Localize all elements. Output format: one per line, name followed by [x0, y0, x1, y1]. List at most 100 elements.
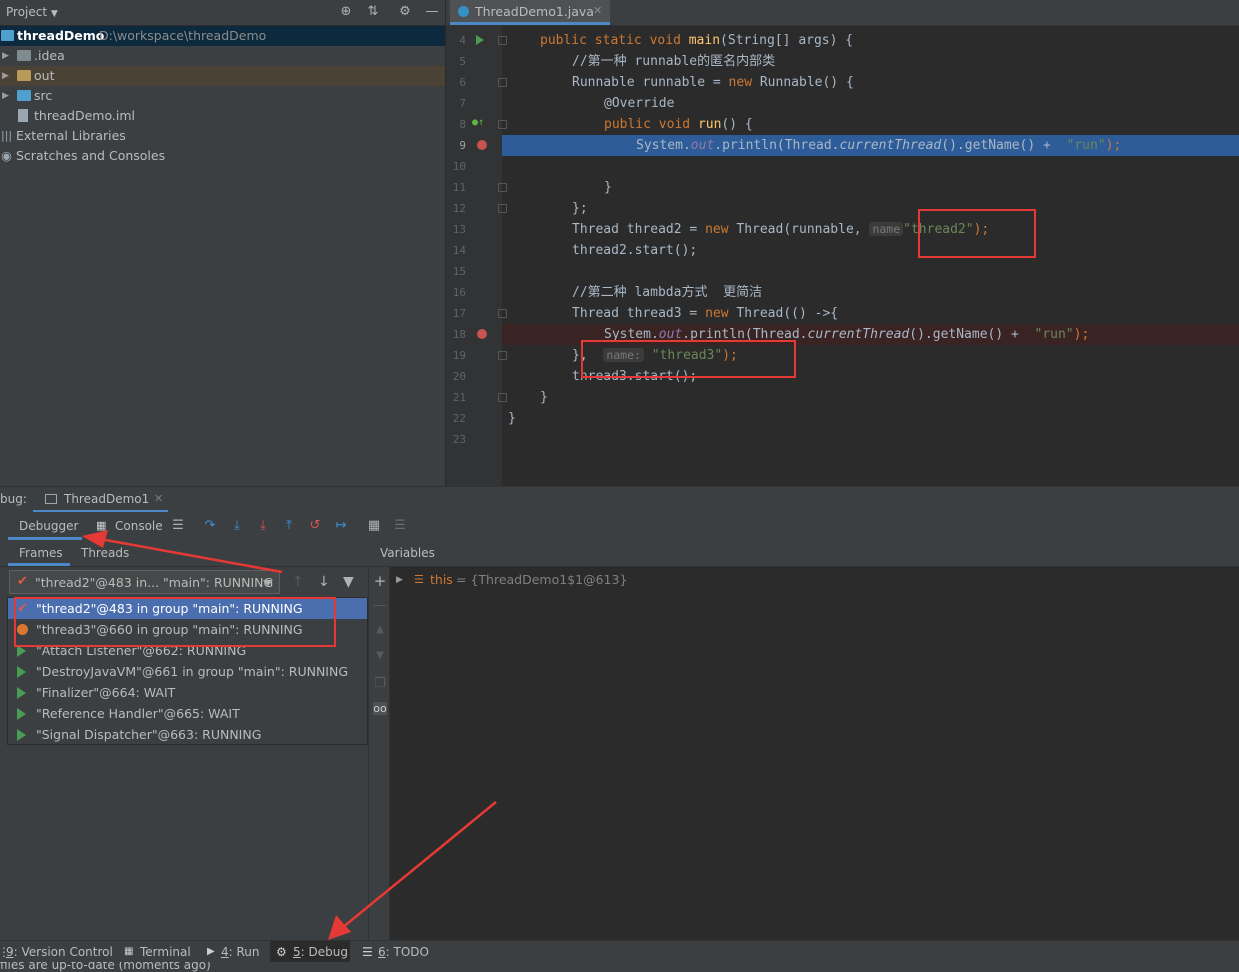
- close-icon[interactable]: ✕: [154, 492, 163, 505]
- code-line[interactable]: 12 };: [446, 198, 1239, 219]
- tool-terminal[interactable]: ▦ Terminal: [122, 941, 194, 963]
- minimize-icon[interactable]: —: [424, 4, 440, 20]
- fold-icon[interactable]: [498, 204, 507, 213]
- code-token: thread2.start();: [572, 243, 698, 258]
- run-to-cursor-icon[interactable]: ↦: [333, 518, 349, 534]
- tree-item-scratches[interactable]: ◉ Scratches and Consoles: [0, 146, 445, 166]
- tree-item-root[interactable]: ▼ threadDemo D:\workspace\threadDemo: [0, 26, 445, 46]
- chevron-down-icon[interactable]: ▼: [51, 9, 58, 19]
- trace-icon[interactable]: ☰: [392, 518, 408, 534]
- collapse-all-icon[interactable]: ⇅: [365, 4, 381, 20]
- project-panel-title[interactable]: Project ▼: [6, 5, 58, 19]
- fold-icon[interactable]: [498, 309, 507, 318]
- glasses-icon[interactable]: oo: [373, 702, 387, 715]
- step-into-icon[interactable]: ⤓: [229, 518, 245, 534]
- tree-item-external-libraries[interactable]: ||| External Libraries: [0, 126, 445, 146]
- locate-icon[interactable]: ⊕: [338, 4, 354, 20]
- code-line[interactable]: 22 }: [446, 408, 1239, 429]
- run-gutter-icon[interactable]: [476, 35, 484, 45]
- tab-debugger[interactable]: Debugger: [8, 512, 82, 540]
- fold-icon[interactable]: [498, 36, 507, 45]
- code-line[interactable]: 10: [446, 156, 1239, 177]
- chevron-right-icon[interactable]: ▶: [396, 570, 403, 590]
- code-line[interactable]: 13 Thread thread2 = new Thread(runnable,…: [446, 219, 1239, 240]
- chevron-down-icon[interactable]: [263, 580, 273, 586]
- code-line[interactable]: 20 thread3.start();: [446, 366, 1239, 387]
- code-token: );: [1073, 327, 1090, 342]
- menu-icon[interactable]: ☰: [170, 518, 186, 534]
- list-item[interactable]: "Reference Handler"@665: WAIT: [8, 703, 367, 724]
- code-line[interactable]: 5 //第一种 runnable的匿名内部类: [446, 51, 1239, 72]
- code-line[interactable]: 15: [446, 261, 1239, 282]
- evaluate-expression-icon[interactable]: ▦: [366, 518, 382, 534]
- code-line-breakpoint[interactable]: 18 System.out.println(Thread.currentThre…: [446, 324, 1239, 345]
- tree-item-label: src: [34, 88, 53, 103]
- tool-todo[interactable]: ☰ 6: TODO: [362, 941, 432, 963]
- tree-item-out[interactable]: ▶ out: [0, 66, 445, 86]
- code-line[interactable]: 21 }: [446, 387, 1239, 408]
- list-item[interactable]: "Signal Dispatcher"@663: RUNNING: [8, 724, 367, 745]
- code-line[interactable]: 19 }, name: "thread3");: [446, 345, 1239, 366]
- list-item[interactable]: "Finalizer"@664: WAIT: [8, 682, 367, 703]
- chevron-right-icon[interactable]: ▶: [2, 66, 9, 86]
- editor-tab-threaddemo1[interactable]: ThreadDemo1.java ✕: [450, 0, 610, 25]
- arrow-down-icon[interactable]: ↓: [318, 574, 330, 590]
- list-item[interactable]: "DestroyJavaVM"@661 in group "main": RUN…: [8, 661, 367, 682]
- tool-run[interactable]: ▶ 4: Run: [205, 941, 260, 963]
- code-editor[interactable]: 4 public static void main(String[] args)…: [446, 26, 1239, 486]
- tree-item-label: External Libraries: [16, 128, 126, 143]
- code-line[interactable]: 4 public static void main(String[] args)…: [446, 30, 1239, 51]
- thread-selector-dropdown[interactable]: ✔ "thread2"@483 in... "main": RUNNING: [9, 570, 280, 594]
- drop-frame-icon[interactable]: ↺: [307, 518, 323, 534]
- code-token: Thread thread3 =: [572, 306, 706, 321]
- fold-icon[interactable]: [498, 351, 507, 360]
- code-line[interactable]: 11 }: [446, 177, 1239, 198]
- debug-toolbar: Debugger ▦ Console ☰ ↷ ⤓ ⤓ ⤒ ↺ ↦ ▦ ☰: [0, 512, 1239, 541]
- fold-icon[interactable]: [498, 78, 507, 87]
- move-down-icon[interactable]: ▼: [373, 650, 387, 661]
- code-line[interactable]: 6 Runnable runnable = new Runnable() {: [446, 72, 1239, 93]
- code-token: new: [705, 306, 729, 321]
- code-token: void: [649, 33, 681, 48]
- chevron-right-icon[interactable]: ▶: [2, 86, 9, 106]
- code-line[interactable]: 7 @Override: [446, 93, 1239, 114]
- force-step-into-icon[interactable]: ⤓: [255, 518, 271, 534]
- gear-icon[interactable]: ⚙: [397, 4, 413, 20]
- debug-session-tab[interactable]: ThreadDemo1 ✕: [33, 487, 168, 513]
- code-line-current-breakpoint[interactable]: 9 System.out.println(Thread.currentThrea…: [446, 135, 1239, 156]
- tab-frames[interactable]: Frames: [8, 540, 70, 566]
- tree-item-src[interactable]: ▶ src: [0, 86, 445, 106]
- close-icon[interactable]: ✕: [593, 4, 602, 17]
- tree-item-iml[interactable]: threadDemo.iml: [0, 106, 445, 126]
- code-line[interactable]: 16 //第二种 lambda方式 更简洁: [446, 282, 1239, 303]
- fold-icon[interactable]: [498, 183, 507, 192]
- fold-icon[interactable]: [498, 393, 507, 402]
- tab-console[interactable]: ▦ Console: [96, 512, 163, 540]
- code-string: "run": [1034, 327, 1074, 342]
- tool-label: : TODO: [385, 945, 429, 959]
- tab-threads[interactable]: Threads: [80, 540, 140, 566]
- line-number: 16: [452, 286, 466, 299]
- code-comment: //第一种 runnable的匿名内部类: [572, 54, 776, 69]
- editor-tab-label: ThreadDemo1.java: [475, 4, 594, 19]
- move-up-icon[interactable]: ▲: [373, 624, 387, 635]
- tree-item-idea[interactable]: ▶ .idea: [0, 46, 445, 66]
- tool-debug[interactable]: ⚙ 5: Debug: [270, 941, 350, 963]
- tool-version-control[interactable]: ⋮ 9: Version Control: [0, 941, 113, 963]
- breakpoint-icon[interactable]: [477, 140, 487, 150]
- fold-icon[interactable]: [498, 120, 507, 129]
- arrow-up-icon[interactable]: ↑: [292, 574, 304, 590]
- code-line[interactable]: 17 Thread thread3 = new Thread(() ->{: [446, 303, 1239, 324]
- code-line[interactable]: 8 ●↑ public void run() {: [446, 114, 1239, 135]
- filter-icon[interactable]: ▼: [343, 574, 354, 590]
- code-line[interactable]: 23: [446, 429, 1239, 450]
- step-out-icon[interactable]: ⤒: [281, 518, 297, 534]
- step-over-icon[interactable]: ↷: [202, 518, 218, 534]
- override-gutter-icon[interactable]: ●↑: [472, 117, 484, 128]
- remove-watch-icon[interactable]: —: [373, 598, 387, 613]
- code-line[interactable]: 14 thread2.start();: [446, 240, 1239, 261]
- copy-icon[interactable]: ❐: [373, 676, 387, 691]
- chevron-right-icon[interactable]: ▶: [2, 46, 9, 66]
- breakpoint-icon[interactable]: [477, 329, 487, 339]
- add-watch-icon[interactable]: +: [373, 572, 387, 590]
